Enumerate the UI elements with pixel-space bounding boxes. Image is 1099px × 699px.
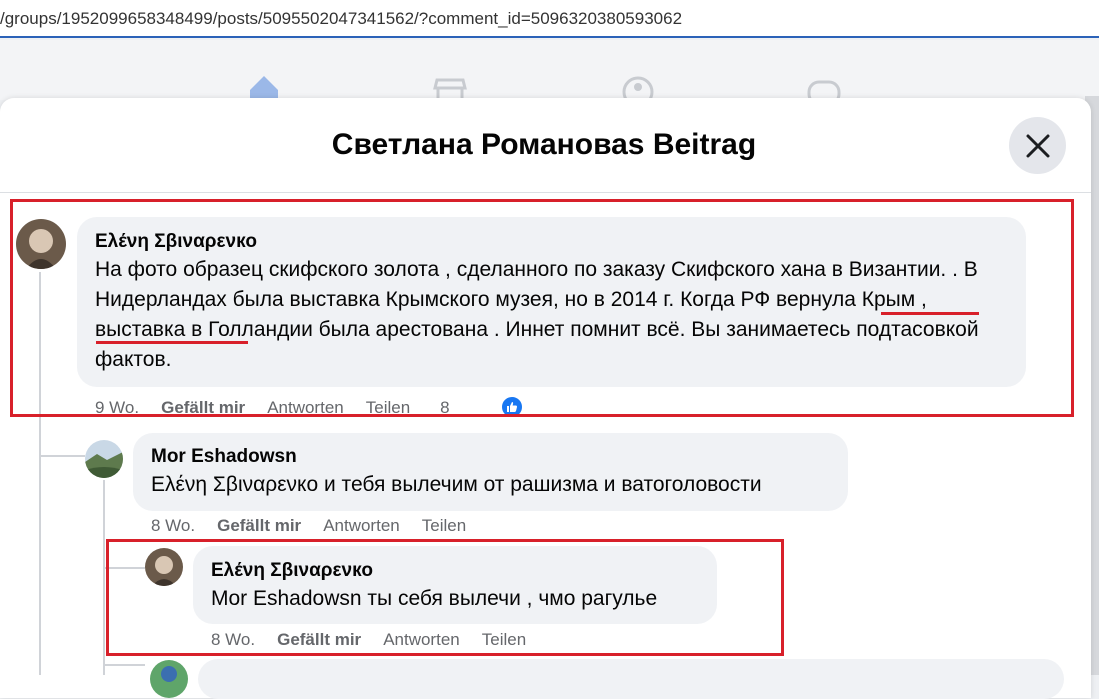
address-bar[interactable]: /groups/1952099658348499/posts/509550204… <box>0 0 1099 38</box>
comment-actions: 8 Wo. Gefällt mir Antworten Teilen <box>151 516 488 536</box>
highlight-box <box>106 539 784 656</box>
top-nav <box>0 40 1099 108</box>
thread-line <box>103 480 105 675</box>
comment-bubble <box>198 659 1064 699</box>
comment-text: Ελένη Σβιναρενко и тебя вылечим от рашиз… <box>151 473 762 496</box>
comment-bubble: Mor Eshadowsn Ελένη Σβιναρενко и тебя вы… <box>133 433 848 511</box>
dialog-title: Светлана Романоваs Beitrag <box>331 128 757 161</box>
avatar[interactable] <box>85 440 123 478</box>
reply-button[interactable]: Antworten <box>323 516 400 535</box>
close-icon <box>1026 134 1049 157</box>
url-text: /groups/1952099658348499/posts/509550204… <box>0 9 683 28</box>
thread-branch <box>103 664 145 666</box>
share-button[interactable]: Teilen <box>422 516 466 535</box>
dialog-header: Светлана Романоваs Beitrag <box>0 98 1091 193</box>
thread-branch <box>39 455 85 457</box>
close-button[interactable] <box>1009 117 1066 174</box>
like-button[interactable]: Gefällt mir <box>217 516 301 535</box>
comment-author[interactable]: Mor Eshadowsn <box>151 446 830 468</box>
avatar[interactable] <box>150 660 188 698</box>
highlight-box <box>10 199 1074 417</box>
comment-time[interactable]: 8 Wo. <box>151 516 195 535</box>
